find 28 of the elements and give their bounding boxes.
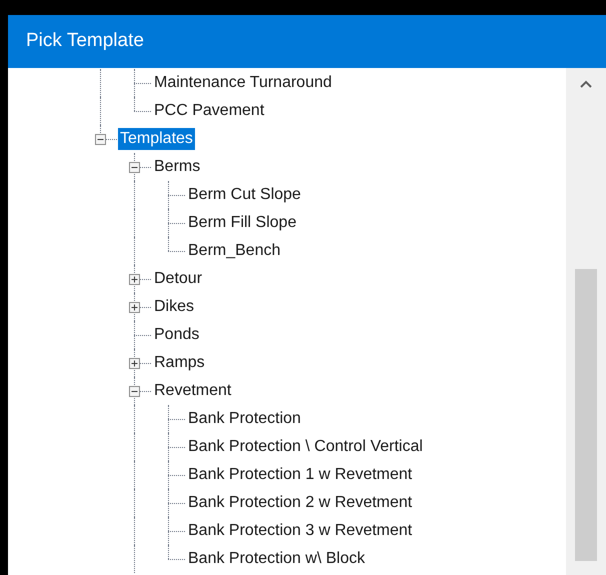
- tree-item[interactable]: PCC Pavement: [152, 100, 266, 122]
- tree-item[interactable]: Bank Protection: [186, 408, 303, 430]
- expand-icon[interactable]: [129, 302, 140, 313]
- tree-item[interactable]: Bank Protection 2 w Revetment: [186, 492, 414, 514]
- tree-item[interactable]: Berm Cut Slope: [186, 184, 303, 206]
- scroll-up-icon[interactable]: [580, 80, 592, 88]
- expand-icon[interactable]: [129, 358, 140, 369]
- tree-item[interactable]: Ramps: [152, 352, 207, 374]
- expand-icon[interactable]: [129, 274, 140, 285]
- tree-item[interactable]: Ponds: [152, 324, 202, 346]
- tree-item[interactable]: Detour: [152, 268, 204, 290]
- tree-item[interactable]: Maintenance Turnaround: [152, 72, 334, 94]
- scrollbar[interactable]: [566, 68, 606, 575]
- tree-item[interactable]: Berm_Bench: [186, 240, 282, 262]
- tree-item[interactable]: Templates: [118, 128, 195, 150]
- collapse-icon[interactable]: [95, 134, 106, 145]
- window-title: Pick Template: [26, 29, 144, 54]
- tree-item[interactable]: Bank Protection \ Control Vertical: [186, 436, 425, 458]
- tree-item[interactable]: Bank Protection 3 w Revetment: [186, 520, 414, 542]
- tree-item[interactable]: Dikes: [152, 296, 196, 318]
- scrollbar-thumb[interactable]: [575, 269, 597, 561]
- tree-item[interactable]: Bank Protection 1 w Revetment: [186, 464, 414, 486]
- tree-item[interactable]: Berm Fill Slope: [186, 212, 298, 234]
- collapse-icon[interactable]: [129, 162, 140, 173]
- collapse-icon[interactable]: [129, 386, 140, 397]
- tree-item[interactable]: Revetment: [152, 380, 234, 402]
- tree-item[interactable]: Berms: [152, 156, 202, 178]
- tree-item[interactable]: Bank Protection w\ Block: [186, 548, 367, 570]
